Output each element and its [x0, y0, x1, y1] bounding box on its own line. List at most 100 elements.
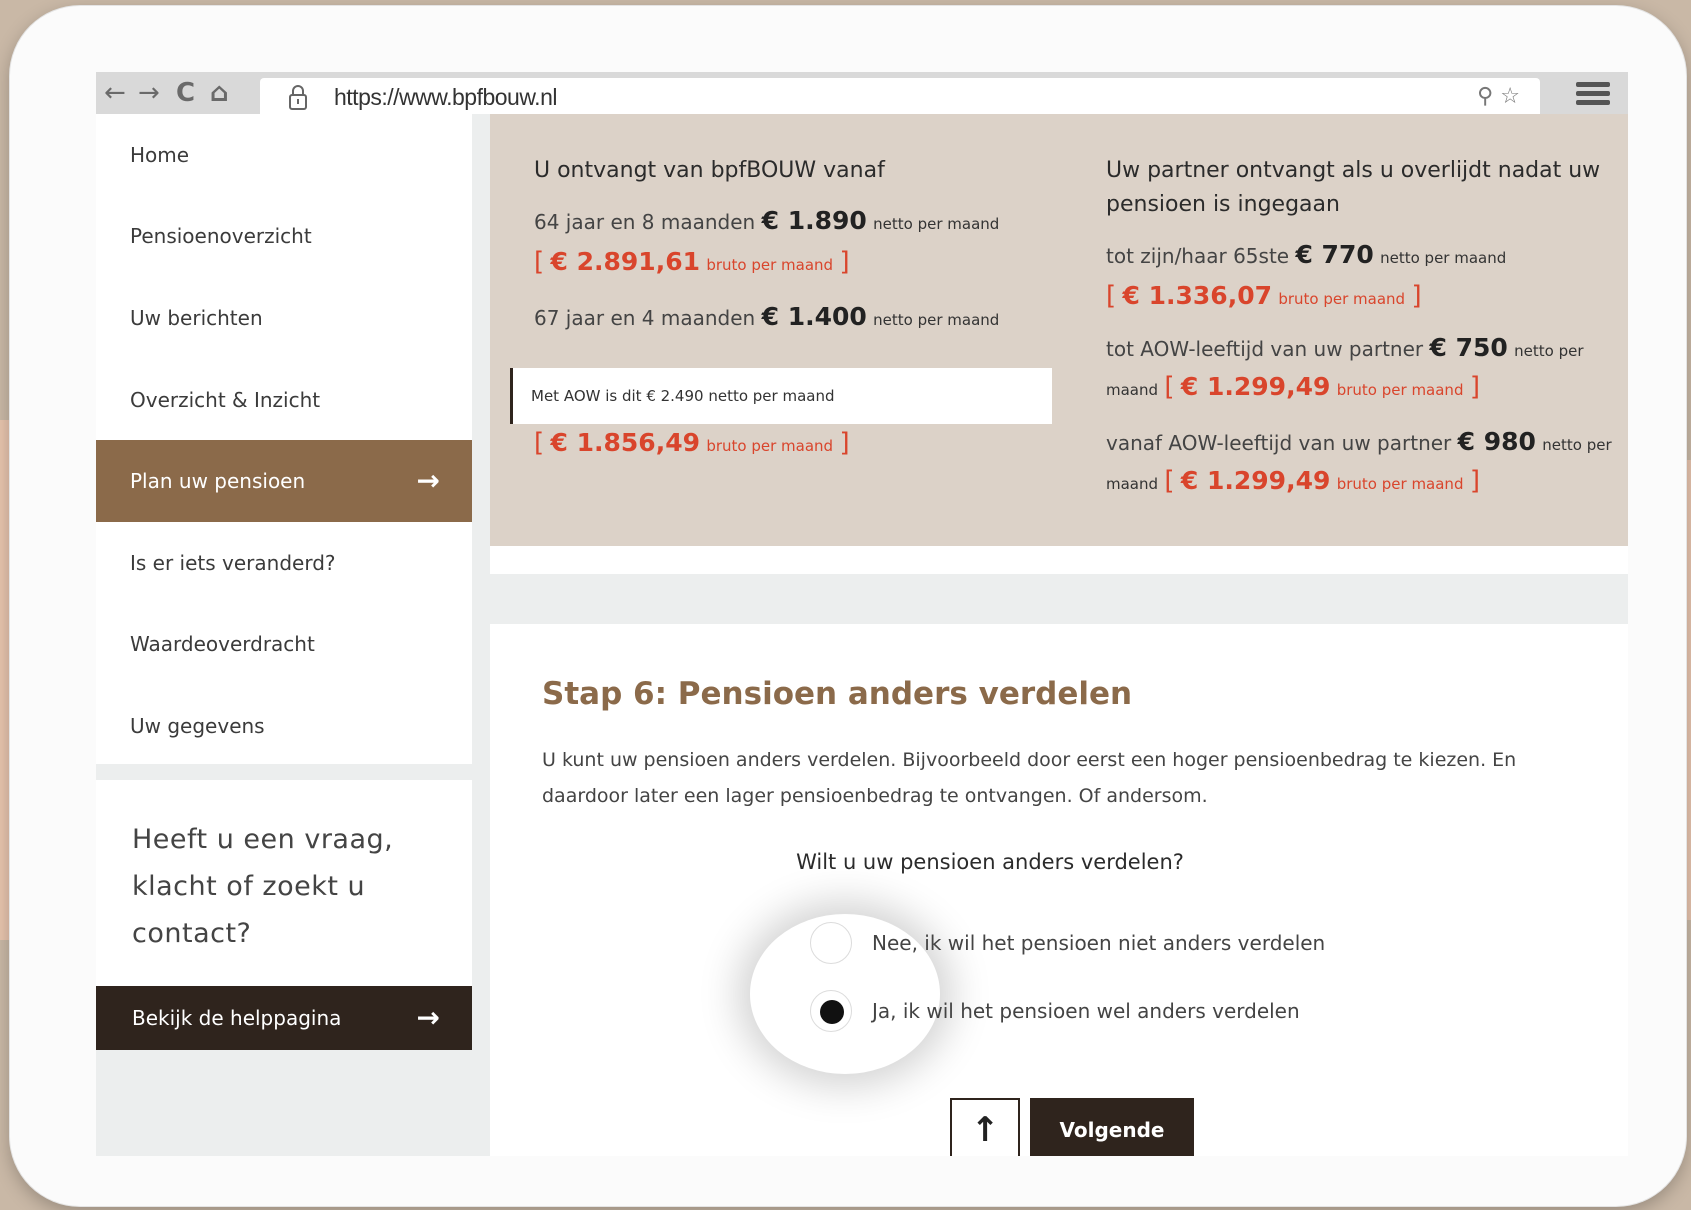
bracket-close: ]	[1469, 466, 1480, 496]
gross-unit: bruto per maand	[706, 437, 834, 455]
gross-amount: € 2.891,61	[550, 247, 700, 276]
sidebar-item-veranderd[interactable]: Is er iets veranderd?	[96, 522, 472, 604]
bracket-close: ]	[839, 428, 850, 458]
browser-toolbar: ← → C ⌂ https://www.bpfbouw.nl ⚲ ☆	[96, 72, 1628, 114]
net-unit: netto per maand	[873, 311, 1000, 329]
radio-nee[interactable]	[810, 922, 852, 964]
sidebar-item-label: Uw berichten	[130, 305, 263, 330]
forward-arrow-icon[interactable]: →	[138, 78, 160, 108]
net-amount: € 1.400	[761, 302, 867, 331]
help-button-label: Bekijk de helppagina	[132, 1006, 342, 1030]
net-unit-cont: maand	[1106, 475, 1159, 493]
net-unit: netto per	[1514, 342, 1584, 360]
sidebar-item-label: Is er iets veranderd?	[130, 550, 336, 575]
gross-amount: € 1.856,49	[550, 428, 700, 457]
own-row2: 67 jaar en 4 maanden € 1.400 netto per m…	[534, 298, 1054, 339]
partner-row2: tot AOW-leeftijd van uw partner € 750 ne…	[1106, 330, 1616, 408]
arrow-right-icon: →	[416, 464, 440, 498]
net-unit: netto per maand	[1380, 249, 1507, 267]
gross-unit: bruto per maand	[1278, 290, 1406, 308]
row-label: vanaf AOW-leeftijd van uw partner	[1106, 431, 1452, 455]
sidebar-item-label: Home	[130, 142, 190, 167]
row-label: tot AOW-leeftijd van uw partner	[1106, 337, 1424, 361]
net-amount: € 770	[1295, 240, 1374, 269]
net-amount: € 1.890	[761, 206, 867, 235]
bracket-open: [	[1164, 466, 1175, 496]
tablet-frame: ← → C ⌂ https://www.bpfbouw.nl ⚲ ☆ Home …	[10, 6, 1686, 1206]
partner-pension-title: Uw partner ontvangt als u overlijdt nada…	[1106, 158, 1601, 217]
own-pension-title: U ontvangt van bpfBOUW vanaf	[534, 158, 885, 183]
sidebar-item-home[interactable]: Home	[96, 114, 472, 196]
address-bar[interactable]: https://www.bpfbouw.nl ⚲ ☆	[260, 78, 1540, 114]
sidebar-item-label: Pensioenoverzicht	[130, 224, 312, 249]
gross-unit: bruto per maand	[1336, 381, 1464, 399]
option-label: Ja, ik wil het pensioen wel anders verde…	[872, 999, 1300, 1023]
sidebar-item-label: Overzicht & Inzicht	[130, 387, 321, 412]
bracket-open: [	[534, 247, 545, 277]
row-label: 64 jaar en 8 maanden	[534, 210, 756, 234]
own-pension-column: U ontvangt van bpfBOUW vanaf 64 jaar en …	[534, 154, 1054, 339]
aow-text: Met AOW is dit € 2.490 netto per maand	[531, 387, 835, 405]
zoom-icon[interactable]: ⚲	[1477, 84, 1493, 109]
partner-pension-column: Uw partner ontvangt als u overlijdt nada…	[1106, 154, 1616, 502]
sidebar-item-plan-pensioen[interactable]: Plan uw pensioen →	[96, 440, 472, 522]
own-row1: 64 jaar en 8 maanden € 1.890 netto per m…	[534, 202, 1054, 243]
gross-unit: bruto per maand	[706, 256, 834, 274]
net-unit: netto per	[1542, 436, 1612, 454]
next-button-label: Volgende	[1059, 1118, 1165, 1142]
screen: ← → C ⌂ https://www.bpfbouw.nl ⚲ ☆ Home …	[96, 72, 1628, 1156]
sidebar-item-label: Plan uw pensioen	[130, 469, 306, 494]
radio-ja[interactable]	[810, 990, 852, 1032]
back-arrow-icon[interactable]: ←	[104, 78, 126, 108]
sidebar-item-waardeoverdracht[interactable]: Waardeoverdracht	[96, 604, 472, 686]
gross-amount: € 1.336,07	[1122, 281, 1272, 310]
sidebar-item-label: Waardeoverdracht	[130, 632, 315, 657]
lock-icon	[289, 85, 307, 110]
net-unit: netto per maand	[873, 215, 1000, 233]
gross-amount: € 1.299,49	[1180, 466, 1331, 495]
url-text: https://www.bpfbouw.nl	[334, 84, 557, 110]
white-strip	[490, 546, 1628, 574]
bracket-open: [	[1106, 281, 1117, 311]
help-text: Heeft u een vraag, klacht of zoekt u con…	[132, 824, 394, 949]
bookmark-star-icon[interactable]: ☆	[1500, 84, 1520, 109]
reload-icon[interactable]: C	[176, 78, 195, 108]
hamburger-menu-icon[interactable]	[1576, 82, 1610, 106]
net-amount: € 750	[1429, 333, 1508, 362]
option-ja[interactable]: Ja, ik wil het pensioen wel anders verde…	[810, 990, 1300, 1032]
scroll-up-button[interactable]: ↑	[950, 1098, 1020, 1156]
partner-row1: tot zijn/haar 65ste € 770 netto per maan…	[1106, 236, 1616, 277]
url-icons: ⚲ ☆	[1477, 84, 1520, 109]
home-icon[interactable]: ⌂	[210, 78, 229, 108]
bracket-open: [	[1164, 372, 1175, 402]
partner-row3: vanaf AOW-leeftijd van uw partner € 980 …	[1106, 424, 1616, 502]
step-title: Stap 6: Pensioen anders verdelen	[542, 676, 1133, 712]
sidebar-item-overzicht-inzicht[interactable]: Overzicht & Inzicht	[96, 359, 472, 441]
help-box: Heeft u een vraag, klacht of zoekt u con…	[96, 780, 472, 986]
net-unit-cont: maand	[1106, 381, 1159, 399]
sidebar-item-gegevens[interactable]: Uw gegevens	[96, 685, 472, 767]
help-page-button[interactable]: Bekijk de helppagina →	[96, 986, 472, 1050]
own-row1-gross: [ € 2.891,61 bruto per maand ]	[534, 243, 1054, 284]
own-row2-gross: [ € 1.856,49 bruto per maand ]	[534, 424, 850, 465]
sidebar-item-pensioenoverzicht[interactable]: Pensioenoverzicht	[96, 196, 472, 278]
next-button[interactable]: Volgende	[1030, 1098, 1194, 1156]
row-label: 67 jaar en 4 maanden	[534, 306, 756, 330]
bracket-close: ]	[1411, 281, 1422, 311]
gross-amount: € 1.299,49	[1180, 372, 1331, 401]
step-question: Wilt u uw pensioen anders verdelen?	[796, 850, 1184, 874]
option-label: Nee, ik wil het pensioen niet anders ver…	[872, 931, 1326, 955]
row-label: tot zijn/haar 65ste	[1106, 244, 1290, 268]
sidebar-item-berichten[interactable]: Uw berichten	[96, 277, 472, 359]
step-panel: Stap 6: Pensioen anders verdelen U kunt …	[490, 624, 1628, 1156]
gross-unit: bruto per maand	[1336, 475, 1464, 493]
aow-note: Met AOW is dit € 2.490 netto per maand	[510, 368, 1052, 424]
bracket-open: [	[534, 428, 545, 458]
bracket-close: ]	[1469, 372, 1480, 402]
partner-row1-gross: [ € 1.336,07 bruto per maand ]	[1106, 277, 1616, 318]
arrow-up-icon: ↑	[970, 1110, 1000, 1150]
sidebar-item-label: Uw gegevens	[130, 713, 265, 738]
sidebar-nav: Home Pensioenoverzicht Uw berichten Over…	[96, 114, 472, 764]
step-description: U kunt uw pensioen anders verdelen. Bijv…	[542, 749, 1517, 807]
option-nee[interactable]: Nee, ik wil het pensioen niet anders ver…	[810, 922, 1325, 964]
